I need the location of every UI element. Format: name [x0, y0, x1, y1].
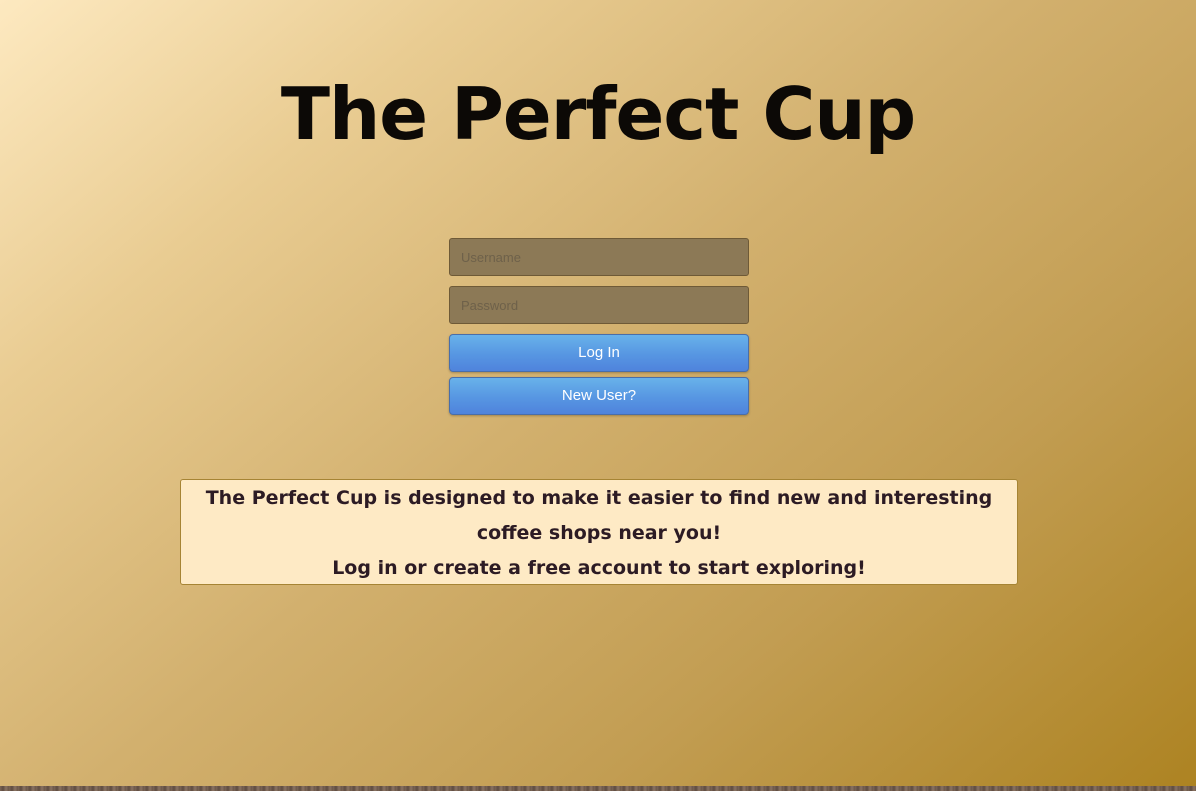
info-description: The Perfect Cup is designed to make it e… [205, 487, 993, 544]
log-in-button[interactable]: Log In [449, 334, 749, 372]
info-box: The Perfect Cup is designed to make it e… [180, 479, 1018, 585]
new-user-button[interactable]: New User? [449, 377, 749, 415]
info-call-to-action: Log in or create a free account to start… [332, 557, 866, 579]
login-form: Log In New User? [449, 238, 749, 420]
password-input[interactable] [449, 286, 749, 324]
username-input[interactable] [449, 238, 749, 276]
page-title: The Perfect Cup [280, 72, 916, 156]
page-background: The Perfect Cup Log In New User? The Per… [0, 0, 1196, 786]
window-bottom-edge [0, 786, 1196, 791]
